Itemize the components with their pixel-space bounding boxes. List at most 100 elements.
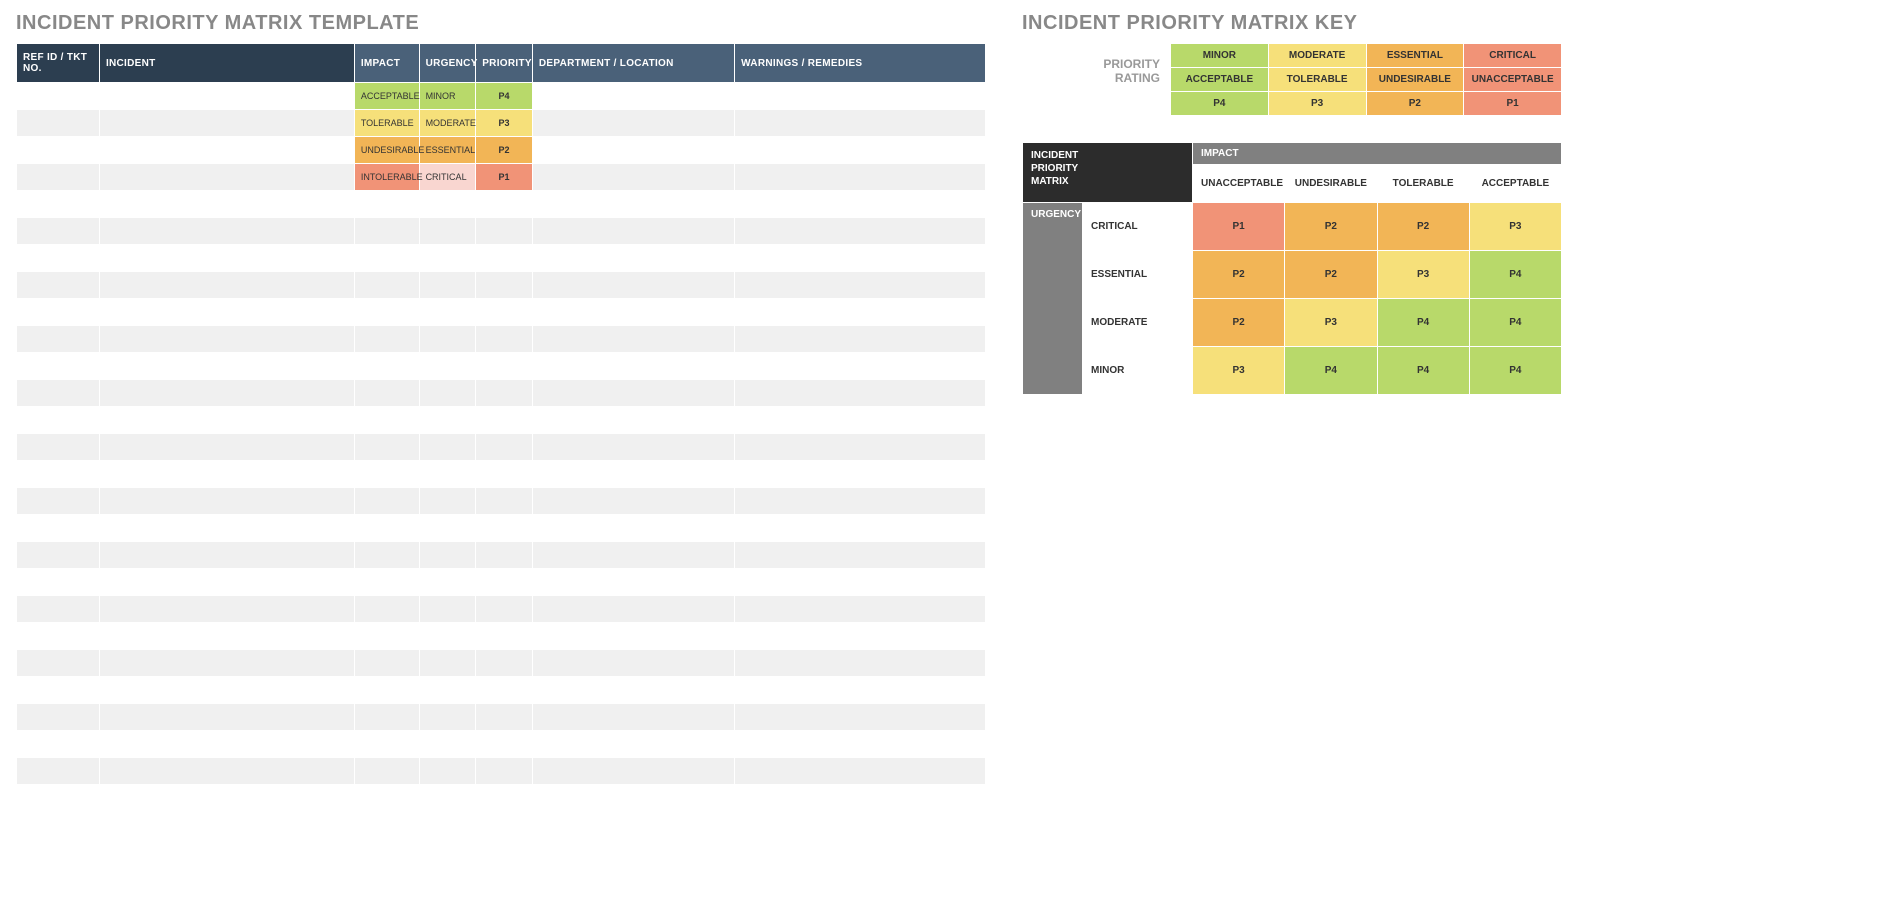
table-cell[interactable]	[17, 704, 100, 731]
table-cell[interactable]	[532, 677, 734, 704]
table-cell[interactable]	[735, 596, 986, 623]
table-cell[interactable]	[99, 407, 354, 434]
table-cell[interactable]	[532, 758, 734, 785]
table-cell[interactable]	[99, 569, 354, 596]
table-cell[interactable]	[735, 380, 986, 407]
table-cell[interactable]	[17, 407, 100, 434]
table-cell[interactable]: UNDESIRABLE	[354, 137, 419, 164]
table-cell[interactable]	[99, 461, 354, 488]
table-cell[interactable]	[99, 245, 354, 272]
table-cell[interactable]	[17, 380, 100, 407]
table-cell[interactable]	[99, 218, 354, 245]
table-cell[interactable]	[17, 650, 100, 677]
table-cell[interactable]	[532, 434, 734, 461]
table-cell[interactable]	[735, 650, 986, 677]
table-cell[interactable]	[476, 461, 533, 488]
table-cell[interactable]	[735, 515, 986, 542]
table-cell[interactable]	[532, 191, 734, 218]
table-cell[interactable]	[17, 83, 100, 110]
table-cell[interactable]: P1	[476, 164, 533, 191]
table-cell[interactable]	[735, 164, 986, 191]
table-cell[interactable]	[99, 434, 354, 461]
table-cell[interactable]	[532, 299, 734, 326]
table-cell[interactable]	[17, 299, 100, 326]
table-cell[interactable]	[532, 596, 734, 623]
table-cell[interactable]	[99, 326, 354, 353]
table-cell[interactable]: CRITICAL	[419, 164, 476, 191]
table-cell[interactable]	[476, 380, 533, 407]
table-cell[interactable]	[532, 461, 734, 488]
table-cell[interactable]	[735, 407, 986, 434]
table-cell[interactable]	[476, 731, 533, 758]
table-cell[interactable]	[532, 704, 734, 731]
table-cell[interactable]	[17, 137, 100, 164]
table-cell[interactable]	[17, 461, 100, 488]
table-cell[interactable]	[419, 434, 476, 461]
table-cell[interactable]	[735, 434, 986, 461]
table-cell[interactable]	[17, 164, 100, 191]
table-cell[interactable]: MODERATE	[419, 110, 476, 137]
table-cell[interactable]	[532, 380, 734, 407]
table-cell[interactable]	[99, 704, 354, 731]
table-cell[interactable]	[419, 758, 476, 785]
table-cell[interactable]: INTOLERABLE	[354, 164, 419, 191]
table-cell[interactable]	[419, 191, 476, 218]
table-cell[interactable]	[99, 83, 354, 110]
table-cell[interactable]	[17, 245, 100, 272]
table-cell[interactable]	[735, 299, 986, 326]
table-cell[interactable]	[17, 596, 100, 623]
table-cell[interactable]	[532, 83, 734, 110]
table-cell[interactable]	[17, 272, 100, 299]
table-cell[interactable]	[99, 623, 354, 650]
table-cell[interactable]	[354, 650, 419, 677]
table-cell[interactable]	[17, 326, 100, 353]
table-cell[interactable]	[735, 353, 986, 380]
table-cell[interactable]	[476, 704, 533, 731]
table-cell[interactable]	[354, 596, 419, 623]
table-cell[interactable]	[354, 353, 419, 380]
table-cell[interactable]	[419, 623, 476, 650]
table-cell[interactable]	[476, 407, 533, 434]
table-cell[interactable]	[419, 515, 476, 542]
table-cell[interactable]	[735, 245, 986, 272]
table-cell[interactable]	[354, 704, 419, 731]
table-cell[interactable]	[17, 110, 100, 137]
table-cell[interactable]	[17, 353, 100, 380]
table-cell[interactable]	[354, 488, 419, 515]
table-cell[interactable]	[735, 731, 986, 758]
table-cell[interactable]	[17, 434, 100, 461]
table-cell[interactable]: P2	[476, 137, 533, 164]
table-cell[interactable]	[735, 272, 986, 299]
table-cell[interactable]	[532, 110, 734, 137]
table-cell[interactable]: ESSENTIAL	[419, 137, 476, 164]
table-cell[interactable]	[735, 488, 986, 515]
table-cell[interactable]	[17, 191, 100, 218]
table-cell[interactable]	[532, 515, 734, 542]
table-cell[interactable]	[476, 245, 533, 272]
table-cell[interactable]	[17, 677, 100, 704]
table-cell[interactable]: ACCEPTABLE	[354, 83, 419, 110]
table-cell[interactable]	[17, 569, 100, 596]
table-cell[interactable]	[354, 515, 419, 542]
table-cell[interactable]	[354, 191, 419, 218]
table-cell[interactable]: P3	[476, 110, 533, 137]
table-cell[interactable]	[354, 434, 419, 461]
table-cell[interactable]	[419, 407, 476, 434]
table-cell[interactable]	[532, 488, 734, 515]
table-cell[interactable]	[354, 299, 419, 326]
table-cell[interactable]	[354, 461, 419, 488]
table-cell[interactable]	[99, 110, 354, 137]
table-cell[interactable]	[532, 623, 734, 650]
table-cell[interactable]	[99, 137, 354, 164]
table-cell[interactable]	[735, 326, 986, 353]
table-cell[interactable]	[17, 758, 100, 785]
table-cell[interactable]	[735, 758, 986, 785]
table-cell[interactable]	[476, 218, 533, 245]
table-cell[interactable]	[735, 218, 986, 245]
table-cell[interactable]	[476, 353, 533, 380]
table-cell[interactable]	[17, 731, 100, 758]
table-cell[interactable]	[532, 326, 734, 353]
table-cell[interactable]	[735, 569, 986, 596]
table-cell[interactable]	[476, 515, 533, 542]
table-cell[interactable]	[532, 353, 734, 380]
